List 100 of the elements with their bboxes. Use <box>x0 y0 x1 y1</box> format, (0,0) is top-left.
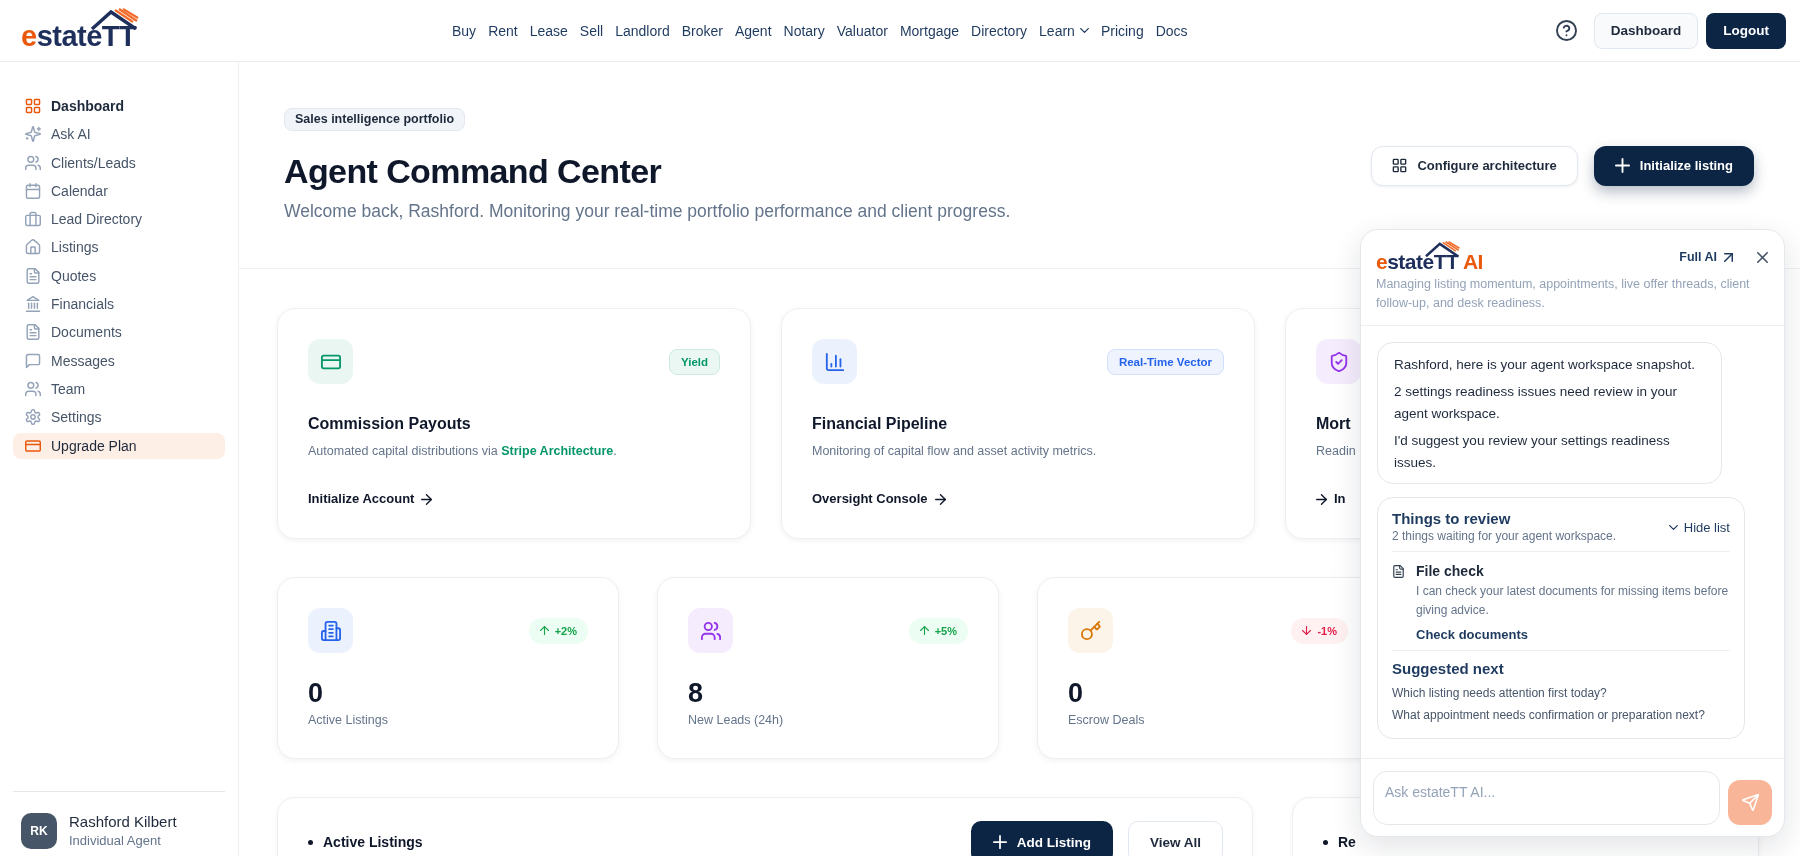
sparkle-icon <box>25 126 41 143</box>
trend-value: +5% <box>934 623 957 638</box>
logout-button[interactable]: Logout <box>1706 12 1786 49</box>
card-title: Financial Pipeline <box>812 414 948 434</box>
suggested-question[interactable]: What appointment needs confirmation or preparation next? <box>1392 704 1730 726</box>
document-icon <box>25 267 41 284</box>
document-icon <box>1392 564 1405 579</box>
view-all-button[interactable]: View All <box>1127 821 1223 856</box>
user-name: Rashford Kilbert <box>69 812 177 832</box>
sidebar-item[interactable]: Documents <box>13 319 225 346</box>
assistant-description: Managing listing momentum, appointments, live offer threads, client follow-up, and desk readiness. <box>1376 276 1751 312</box>
grid-icon <box>25 98 41 114</box>
sidebar-item[interactable]: Calendar <box>13 177 225 204</box>
card-description: Readin <box>1316 443 1356 460</box>
house-icon <box>25 239 41 256</box>
sidebar-item[interactable]: Upgrade Plan <box>13 432 225 459</box>
category-badge: Yield <box>668 348 720 375</box>
card-title: Mort <box>1316 414 1351 434</box>
bar-chart-icon <box>812 339 857 384</box>
arrow-right-icon <box>934 493 946 505</box>
user-role: Individual Agent <box>69 832 162 850</box>
suggested-title: Suggested next <box>1392 660 1505 678</box>
sidebar-item[interactable]: Listings <box>13 234 225 261</box>
section-badge: Sales intelligence portfolio <box>284 108 466 131</box>
plus-icon <box>1614 158 1630 173</box>
card-link[interactable]: Initialize Account <box>308 490 433 508</box>
nav-link[interactable]: Docs <box>1155 21 1188 40</box>
nav-link[interactable]: Notary <box>783 21 825 40</box>
review-subtitle: 2 things waiting for your agent workspace. <box>1392 528 1617 544</box>
nav-link[interactable]: Buy <box>452 21 477 40</box>
stat-value: 0 <box>308 678 324 708</box>
hide-list-toggle[interactable]: Hide list <box>1668 519 1730 535</box>
nav-link[interactable]: Lease <box>529 21 568 40</box>
building-icon <box>308 608 353 653</box>
card-title: Commission Payouts <box>308 414 471 434</box>
chevron-down-icon <box>1079 28 1089 33</box>
sidebar-item[interactable]: Messages <box>13 347 225 374</box>
user-avatar: RK <box>21 813 57 849</box>
stat-value: 0 <box>1068 678 1084 708</box>
card-description: Monitoring of capital flow and asset activity metrics. <box>812 443 1097 460</box>
trend-value: -1% <box>1317 623 1337 638</box>
plus-icon <box>992 835 1007 849</box>
stat-label: New Leads (24h) <box>688 712 784 728</box>
document-icon <box>25 324 41 341</box>
initialize-listing-button[interactable]: Initialize listing <box>1593 145 1754 186</box>
sidebar-item[interactable]: Clients/Leads <box>13 149 225 176</box>
arrow-right-icon <box>421 493 433 505</box>
sidebar-item[interactable]: Lead Directory <box>13 206 225 233</box>
sidebar-item[interactable]: Financials <box>13 291 225 318</box>
panel-title: Re <box>1338 834 1356 850</box>
panel-title: Active Listings <box>323 834 423 850</box>
help-icon[interactable] <box>1555 20 1577 41</box>
key-icon <box>1068 608 1113 653</box>
card-link[interactable]: In <box>1316 490 1346 508</box>
arrow-up-icon <box>539 626 549 635</box>
full-ai-link[interactable]: Full AI <box>1679 250 1733 264</box>
brand-logo[interactable]: estateTT <box>21 10 137 51</box>
suggested-question[interactable]: Which listing needs attention first today? <box>1392 682 1730 704</box>
shield-check-icon <box>1316 339 1361 384</box>
nav-link[interactable]: Learn <box>1039 21 1089 40</box>
credit-card-icon <box>25 437 41 454</box>
review-item-title: File check <box>1416 562 1485 580</box>
configure-button[interactable]: Configure architecture <box>1371 145 1578 186</box>
page-subtitle: Welcome back, Rashford. Monitoring your real-time portfolio performance and client progress. <box>284 200 1011 223</box>
nav-link[interactable]: Valuator <box>836 21 888 40</box>
chat-input[interactable]: Ask estateTT AI... <box>1373 771 1720 825</box>
dashboard-button[interactable]: Dashboard <box>1593 12 1699 49</box>
sidebar-item[interactable]: Settings <box>13 404 225 431</box>
review-title: Things to review <box>1392 510 1512 528</box>
sidebar-item[interactable]: Ask AI <box>13 121 225 148</box>
nav-link[interactable]: Agent <box>734 21 772 40</box>
add-listing-button[interactable]: Add Listing <box>970 821 1113 856</box>
close-icon[interactable] <box>1757 251 1768 263</box>
category-badge: Real-Time Vector <box>1106 348 1224 375</box>
users-icon <box>25 154 41 171</box>
bullet-icon <box>308 839 313 845</box>
nav-link[interactable]: Pricing <box>1100 21 1144 40</box>
nav-link[interactable]: Broker <box>681 21 723 40</box>
arrow-up-right-icon <box>1724 252 1733 262</box>
stat-label: Active Listings <box>308 712 388 728</box>
nav-link[interactable]: Mortgage <box>899 21 960 40</box>
bullet-icon <box>1323 839 1328 845</box>
settings-icon <box>25 409 41 426</box>
card-link[interactable]: Oversight Console <box>812 490 946 508</box>
sidebar-item[interactable]: Quotes <box>13 262 225 289</box>
nav-link[interactable]: Landlord <box>615 21 670 40</box>
brand-logo: estateTT AI <box>1376 242 1483 272</box>
nav-link[interactable]: Sell <box>579 21 604 40</box>
briefcase-icon <box>25 211 41 228</box>
nav-link[interactable]: Rent <box>488 21 518 40</box>
review-action-link[interactable]: Check documents <box>1416 626 1528 644</box>
stat-value: 8 <box>688 678 704 708</box>
review-item-description: I can check your latest documents for missing items before giving advice. <box>1416 583 1730 619</box>
send-icon <box>1741 794 1759 811</box>
users-icon <box>688 608 733 653</box>
chat-icon <box>25 352 41 369</box>
sidebar-item[interactable]: Dashboard <box>13 93 225 119</box>
sidebar-item[interactable]: Team <box>13 375 225 402</box>
calendar-icon <box>25 182 41 199</box>
nav-link[interactable]: Directory <box>971 21 1028 40</box>
